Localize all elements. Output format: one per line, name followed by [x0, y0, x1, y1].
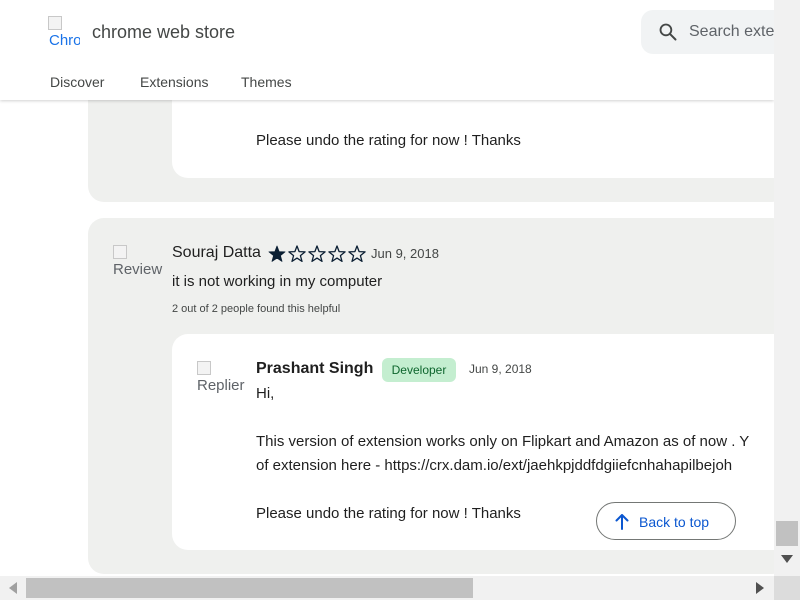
reply-date: Jun 9, 2018 [469, 362, 532, 376]
logo-alt-text: Chro [49, 32, 80, 49]
review-text: it is not working in my computer [172, 273, 383, 290]
horizontal-scrollbar[interactable] [0, 576, 774, 600]
replier-name: Prashant Singh [256, 360, 374, 377]
horizontal-scroll-thumb[interactable] [26, 578, 473, 598]
avatar-alt-text: Replier [197, 377, 245, 394]
vertical-scrollbar[interactable] [774, 0, 800, 576]
broken-image-icon [197, 361, 211, 375]
scrollbar-corner [774, 576, 800, 600]
star-rating [268, 245, 366, 263]
review-date: Jun 9, 2018 [371, 246, 439, 261]
developer-badge: Developer [382, 358, 456, 382]
back-to-top-button[interactable]: Back to top [596, 502, 736, 540]
replier-avatar: Replier [197, 361, 247, 407]
arrow-up-icon [615, 514, 629, 530]
search-input[interactable]: Search exte [689, 23, 774, 41]
reply-line: Please undo the rating for now ! Thanks [256, 505, 521, 522]
avatar-alt-text: Review [113, 261, 163, 278]
tab-discover[interactable]: Discover [50, 74, 104, 90]
star-empty-icon [348, 245, 366, 263]
broken-image-icon [48, 16, 62, 30]
star-empty-icon [308, 245, 326, 263]
reviewer-avatar: Review [113, 245, 163, 291]
broken-image-icon [113, 245, 127, 259]
tab-extensions[interactable]: Extensions [140, 74, 208, 90]
reply-line: This version of extension works only on … [256, 433, 750, 450]
scroll-left-icon[interactable] [9, 582, 17, 594]
vertical-scroll-thumb[interactable] [776, 521, 798, 546]
reply-text: Please undo the rating for now ! Thanks [256, 132, 521, 149]
search-icon[interactable] [658, 22, 678, 42]
brand-title[interactable]: chrome web store [92, 22, 235, 43]
back-to-top-label: Back to top [639, 514, 710, 530]
star-empty-icon [328, 245, 346, 263]
scroll-down-icon[interactable] [781, 555, 793, 563]
star-filled-icon [268, 245, 286, 262]
reply-line: Hi, [256, 385, 275, 402]
star-empty-icon [288, 245, 306, 263]
scroll-right-icon[interactable] [756, 582, 764, 594]
tab-themes[interactable]: Themes [241, 74, 292, 90]
helpful-count: 2 out of 2 people found this helpful [172, 303, 341, 315]
store-header: Chro chrome web store Search exte Discov… [0, 0, 800, 100]
reviewer-name: Souraj Datta [172, 244, 261, 261]
chrome-logo[interactable]: Chro [48, 16, 80, 50]
reply-line: of extension here - https://crx.dam.io/e… [256, 457, 733, 474]
